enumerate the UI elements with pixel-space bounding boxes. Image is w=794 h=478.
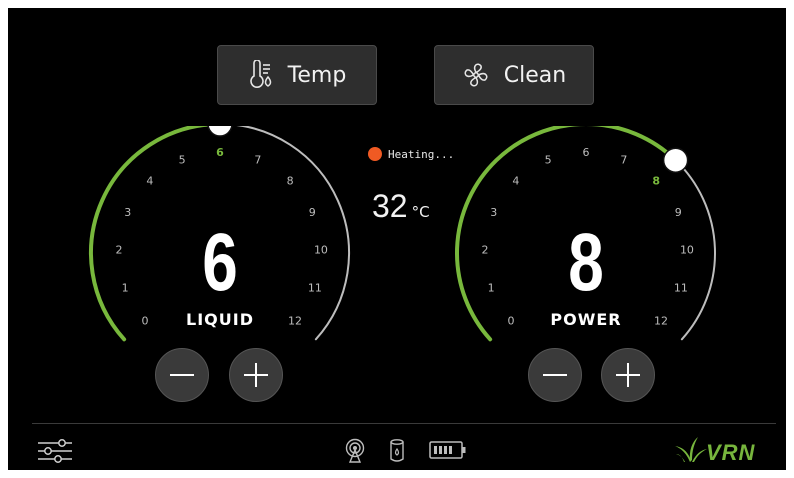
heating-indicator-dot: [368, 147, 382, 161]
power-increase-button[interactable]: [601, 348, 655, 402]
liquid-value: 6: [202, 217, 238, 308]
minus-icon: [170, 374, 194, 376]
water-tank-icon: [390, 439, 404, 462]
power-scale-label: 4: [512, 174, 519, 187]
control-screen: Temp Clean Heating... 32 °C 0 1 2 3 4 5 6 7 8 9 10 1…: [8, 8, 786, 470]
liquid-increase-button[interactable]: [229, 348, 283, 402]
minus-icon: [543, 374, 567, 376]
power-scale-label: 7: [620, 153, 627, 166]
temp-button-label: Temp: [287, 62, 347, 88]
footer-divider: [32, 423, 776, 424]
brand-logo: VRN: [706, 440, 756, 465]
power-label: POWER: [550, 310, 622, 329]
clean-button-label: Clean: [503, 62, 567, 88]
plus-icon: [616, 363, 640, 387]
power-scale-label: 8: [652, 174, 660, 187]
liquid-scale-label: 7: [254, 153, 261, 166]
temp-button[interactable]: Temp: [217, 45, 377, 105]
liquid-knob[interactable]: [207, 126, 233, 137]
battery-icon: [429, 441, 466, 459]
fan-icon: [464, 63, 488, 87]
power-value: 8: [568, 217, 604, 308]
liquid-label: LIQUID: [186, 310, 254, 329]
thermometer-drop-icon: [249, 60, 271, 88]
liquid-decrease-button[interactable]: [155, 348, 209, 402]
liquid-scale-label: 5: [179, 153, 186, 166]
power-decrease-button[interactable]: [528, 348, 582, 402]
wireless-signal-icon: [345, 438, 365, 463]
power-scale-label: 5: [545, 153, 552, 166]
power-scale-label: 3: [490, 206, 497, 219]
liquid-scale-label: 8: [287, 174, 294, 187]
liquid-scale-label: 4: [146, 174, 153, 187]
temperature-readout: 32 °C: [372, 188, 430, 225]
plant-logo-icon: [675, 437, 707, 462]
sliders-icon[interactable]: [36, 438, 74, 464]
heating-status-text: Heating...: [388, 147, 455, 161]
plus-icon: [244, 363, 268, 387]
temperature-unit: °C: [411, 203, 430, 221]
power-knob[interactable]: [662, 147, 689, 173]
clean-button[interactable]: Clean: [434, 45, 594, 105]
power-gauge[interactable]: 0 1 2 3 4 5 6 7 8 9 10 11 12 8 POWER: [451, 126, 721, 402]
power-scale-label: 9: [675, 206, 682, 219]
heating-status: Heating...: [368, 147, 454, 161]
power-scale-label: 6: [583, 146, 590, 159]
liquid-scale-label: 3: [124, 206, 131, 219]
liquid-scale-label: 6: [216, 146, 224, 159]
liquid-gauge[interactable]: 0 1 2 3 4 5 6 7 8 9 10 11 12 6 LIQUID: [85, 126, 355, 402]
temperature-value: 32: [372, 188, 408, 224]
liquid-scale-label: 9: [309, 206, 316, 219]
